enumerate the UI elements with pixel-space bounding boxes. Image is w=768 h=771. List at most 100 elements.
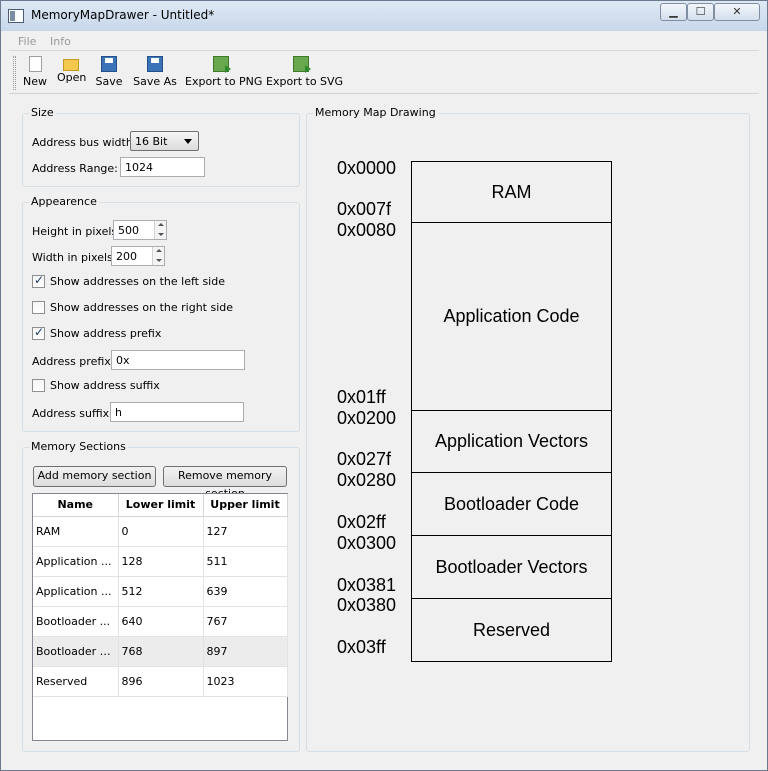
open-button[interactable]: Open	[57, 56, 86, 92]
address-start-label: 0x0280	[337, 470, 397, 490]
cell-lower[interactable]: 640	[118, 606, 204, 637]
memory-block-label: Application Code	[443, 306, 580, 326]
spin-down-icon[interactable]	[154, 230, 166, 239]
cell-name[interactable]: Bootloader V...	[33, 636, 119, 667]
show-left-label: Show addresses on the left side	[50, 275, 225, 288]
show-prefix-label: Show address prefix	[50, 327, 162, 340]
cell-name[interactable]: Bootloader ...	[33, 606, 119, 637]
height-stepper[interactable]	[154, 221, 166, 239]
height-spinbox[interactable]: 500	[113, 220, 167, 240]
memory-block-application-code: Application Code	[411, 222, 612, 411]
toolbar-grip[interactable]	[13, 56, 16, 90]
show-right-checkbox[interactable]: Show addresses on the right side	[32, 301, 234, 315]
cell-lower[interactable]: 0	[118, 516, 204, 547]
chevron-down-icon	[184, 139, 192, 144]
bus-width-value: 16 Bit	[135, 135, 168, 148]
cell-name[interactable]: Application ...	[33, 576, 119, 607]
add-memory-section-button[interactable]: Add memory section	[33, 466, 156, 487]
save-as-icon	[147, 56, 163, 72]
table-row[interactable]: RAM 0 127	[33, 516, 288, 547]
cell-lower[interactable]: 128	[118, 546, 204, 577]
address-end-label: 0x01ff	[337, 387, 386, 407]
cell-name[interactable]: RAM	[33, 516, 119, 547]
cell-upper[interactable]: 1023	[203, 666, 288, 697]
show-suffix-label: Show address suffix	[50, 379, 160, 392]
column-header-lower[interactable]: Lower limit	[118, 494, 204, 517]
address-start-label: 0x0000	[337, 158, 397, 178]
address-range-input[interactable]: 1024	[120, 157, 205, 177]
cell-lower[interactable]: 896	[118, 666, 204, 697]
cell-name[interactable]: Application ...	[33, 546, 119, 577]
memory-block-bootloader-vectors: Bootloader Vectors	[411, 535, 612, 599]
spin-up-icon[interactable]	[154, 221, 166, 230]
title-bar[interactable]: MemoryMapDrawer - Untitled* ▁ ☐ ✕	[1, 1, 767, 31]
cell-upper[interactable]: 767	[203, 606, 288, 637]
new-label: New	[23, 75, 47, 88]
maximize-icon: ☐	[695, 5, 706, 18]
table-header-row: Name Lower limit Upper limit	[33, 494, 288, 517]
menu-file[interactable]: File	[18, 35, 36, 48]
memory-block-label: Bootloader Vectors	[435, 556, 588, 577]
export-svg-icon	[293, 56, 311, 73]
save-button[interactable]: Save	[95, 56, 123, 92]
spin-down-icon[interactable]	[152, 256, 164, 265]
address-start-label: 0x0300	[337, 533, 397, 553]
table-row[interactable]: Application ... 512 639	[33, 576, 288, 607]
spin-up-icon[interactable]	[152, 247, 164, 256]
close-button[interactable]: ✕	[714, 3, 760, 21]
save-as-button[interactable]: Save As	[133, 56, 177, 92]
prefix-input[interactable]: 0x	[111, 350, 245, 370]
remove-memory-section-button[interactable]: Remove memory section	[163, 466, 287, 500]
export-svg-label: Export to SVG	[266, 75, 344, 88]
width-label: Width in pixels:	[32, 251, 117, 264]
menu-info[interactable]: Info	[50, 35, 71, 48]
memory-block-application-vectors: Application Vectors	[411, 410, 612, 473]
memory-block-label: Application Vectors	[434, 431, 589, 451]
show-left-checkbox[interactable]: Show addresses on the left side	[32, 273, 232, 289]
bus-width-select[interactable]: 16 Bit	[130, 131, 199, 151]
window-title: MemoryMapDrawer - Untitled*	[31, 8, 215, 22]
show-prefix-checkbox[interactable]: Show address prefix	[32, 325, 232, 341]
checkbox-icon[interactable]	[32, 379, 45, 392]
width-stepper[interactable]	[152, 247, 164, 265]
width-value: 200	[116, 250, 137, 263]
column-header-upper[interactable]: Upper limit	[203, 494, 288, 517]
appearance-group-title: Appearence	[29, 195, 99, 208]
save-as-label: Save As	[133, 75, 177, 88]
maximize-button[interactable]: ☐	[687, 3, 714, 21]
new-button[interactable]: New	[23, 56, 47, 92]
save-icon	[101, 56, 117, 72]
cell-lower[interactable]: 512	[118, 576, 204, 607]
export-svg-button[interactable]: Export to SVG	[266, 56, 344, 92]
address-range-label: Address Range:	[32, 162, 118, 175]
memory-block-bootloader-code: Bootloader Code	[411, 472, 612, 536]
new-file-icon	[28, 56, 42, 72]
checkbox-icon[interactable]	[32, 273, 45, 288]
table-row[interactable]: Bootloader V... 768 897	[33, 636, 288, 667]
table-row[interactable]: Bootloader ... 640 767	[33, 606, 288, 637]
cell-lower[interactable]: 768	[118, 636, 204, 667]
address-end-label: 0x02ff	[337, 512, 386, 532]
column-header-name[interactable]: Name	[33, 494, 119, 517]
export-png-button[interactable]: Export to PNG	[185, 56, 262, 92]
cell-upper[interactable]: 897	[203, 636, 288, 667]
address-end-label: 0x007f	[337, 199, 392, 219]
size-group-title: Size	[29, 106, 56, 119]
show-right-label: Show addresses on the right side	[50, 301, 234, 314]
cell-upper[interactable]: 511	[203, 546, 288, 577]
address-end-label: 0x03ff	[337, 637, 386, 657]
width-spinbox[interactable]: 200	[111, 246, 165, 266]
checkbox-icon[interactable]	[32, 325, 45, 340]
checkbox-icon[interactable]	[32, 301, 45, 314]
memory-sections-table[interactable]: Name Lower limit Upper limit RAM 0 127 A…	[32, 493, 288, 741]
export-png-icon	[213, 56, 231, 73]
cell-name[interactable]: Reserved	[33, 666, 119, 697]
cell-upper[interactable]: 127	[203, 516, 288, 547]
memory-block-label: Bootloader Code	[443, 493, 580, 514]
table-row[interactable]: Application ... 128 511	[33, 546, 288, 577]
table-row[interactable]: Reserved 896 1023	[33, 666, 288, 697]
minimize-button[interactable]: ▁	[660, 3, 687, 21]
suffix-input[interactable]: h	[110, 402, 244, 422]
show-suffix-checkbox[interactable]: Show address suffix	[32, 379, 232, 393]
cell-upper[interactable]: 639	[203, 576, 288, 607]
